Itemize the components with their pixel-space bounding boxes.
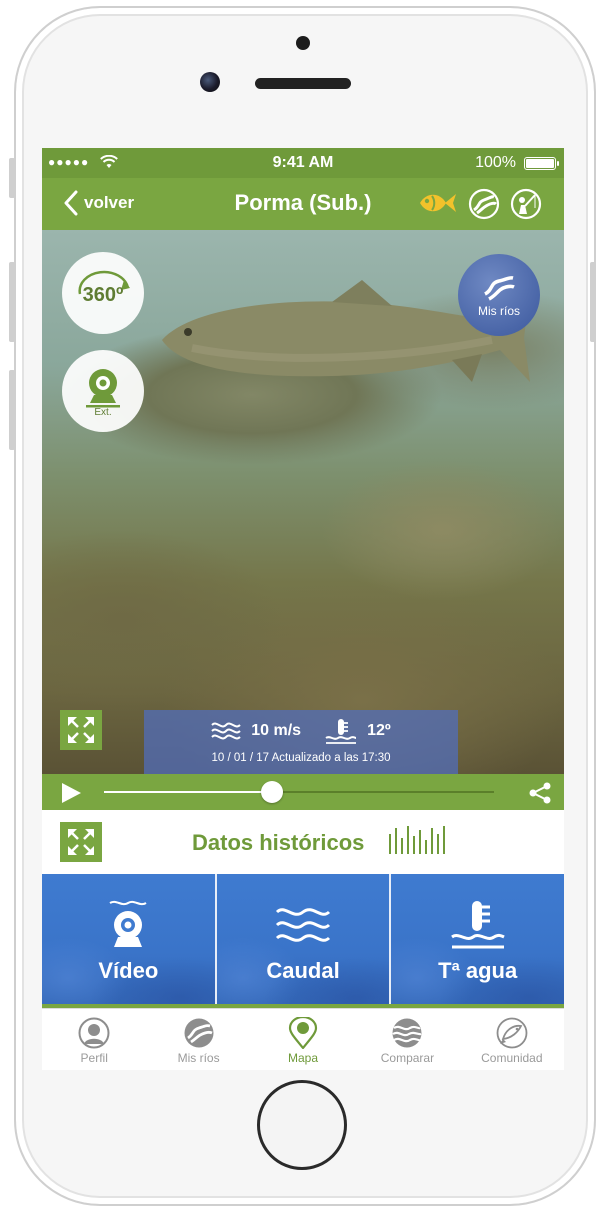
webcam-icon bbox=[86, 368, 120, 407]
water-temperature-icon bbox=[450, 901, 505, 949]
volume-up-button bbox=[9, 262, 15, 342]
earpiece-speaker bbox=[255, 78, 351, 89]
tab-profile[interactable]: Perfil bbox=[42, 1009, 146, 1070]
progress-fill bbox=[104, 791, 272, 793]
view-360-label: 360º bbox=[82, 283, 124, 306]
my-rivers-button[interactable]: Mis ríos bbox=[458, 254, 540, 336]
tab-bar: Perfil Mis ríos Mapa Comparar Comunidad bbox=[42, 1008, 564, 1070]
video-tile-label: Vídeo bbox=[98, 958, 159, 983]
external-camera-button[interactable]: Ext. bbox=[62, 350, 144, 432]
progress-thumb[interactable] bbox=[260, 781, 283, 803]
fullscreen-video-button[interactable] bbox=[60, 710, 102, 750]
home-button[interactable] bbox=[257, 1080, 347, 1170]
volume-down-button bbox=[9, 370, 15, 450]
play-icon[interactable] bbox=[60, 782, 82, 804]
data-tiles: Vídeo Caudal Tª agua bbox=[42, 874, 564, 1004]
water-flow-icon bbox=[211, 722, 241, 740]
tab-profile-label: Perfil bbox=[80, 1051, 108, 1065]
nav-actions bbox=[418, 188, 542, 220]
expand-icon bbox=[68, 717, 94, 743]
view-360-button[interactable]: 360º bbox=[62, 252, 144, 334]
silent-switch bbox=[9, 158, 15, 198]
tab-community[interactable]: Comunidad bbox=[460, 1009, 564, 1070]
bar-chart-icon bbox=[389, 826, 445, 854]
status-bar: ●●●●● 9:41 AM 100% bbox=[42, 148, 564, 178]
map-pin-icon bbox=[288, 1017, 318, 1049]
playback-bar bbox=[42, 774, 564, 810]
compare-icon bbox=[392, 1018, 422, 1048]
tab-compare-label: Comparar bbox=[380, 1051, 435, 1065]
tab-map[interactable]: Mapa bbox=[251, 1009, 355, 1070]
measurement-panel: 10 m/s 12º 10 / 01 / 17 Actualizado a la… bbox=[144, 710, 458, 774]
video-player[interactable]: 360º Ext. Mis ríos 10 m/s 12º 10 / 01 / … bbox=[42, 230, 564, 774]
last-updated: 10 / 01 / 17 Actualizado a las 17:30 bbox=[211, 752, 391, 764]
tab-my-rivers[interactable]: Mis ríos bbox=[146, 1009, 250, 1070]
flow-tile[interactable]: Caudal bbox=[214, 874, 390, 1004]
battery-icon bbox=[524, 157, 559, 170]
historic-expand-button[interactable] bbox=[60, 822, 102, 862]
historic-data-row[interactable]: Datos históricos bbox=[42, 810, 564, 874]
flow-speed-value: 10 m/s bbox=[251, 722, 302, 739]
river-icon bbox=[484, 276, 515, 301]
water-flow-icon bbox=[275, 908, 331, 942]
community-fish-icon bbox=[496, 1017, 528, 1049]
my-rivers-label: Mis ríos bbox=[478, 304, 520, 318]
webcam-icon bbox=[109, 900, 147, 947]
nav-bar: volver Porma (Sub.) bbox=[42, 178, 564, 230]
tab-my-rivers-label: Mis ríos bbox=[177, 1051, 220, 1065]
fish-icon[interactable] bbox=[418, 188, 458, 218]
water-temperature-icon bbox=[325, 719, 357, 744]
tab-map-label: Mapa bbox=[288, 1051, 319, 1065]
flow-tile-label: Caudal bbox=[266, 958, 340, 983]
app-screen: ●●●●● 9:41 AM 100% volver Porma (Sub.) 3… bbox=[42, 148, 564, 1070]
proximity-sensor bbox=[296, 36, 310, 50]
tab-community-label: Comunidad bbox=[481, 1051, 543, 1065]
external-camera-label: Ext. bbox=[94, 406, 112, 418]
river-icon bbox=[184, 1018, 214, 1048]
water-temperature-tile[interactable]: Tª agua bbox=[389, 874, 564, 1004]
share-icon[interactable] bbox=[528, 781, 552, 805]
fisherman-icon[interactable] bbox=[510, 188, 542, 220]
front-camera bbox=[200, 72, 220, 92]
battery-percent: 100% bbox=[475, 154, 516, 171]
video-tile[interactable]: Vídeo bbox=[42, 874, 215, 1004]
river-icon[interactable] bbox=[468, 188, 500, 220]
expand-icon bbox=[68, 829, 94, 855]
historic-data-title: Datos históricos bbox=[192, 830, 365, 855]
profile-icon bbox=[78, 1017, 110, 1049]
water-temperature-value: 12º bbox=[367, 722, 391, 739]
water-temperature-tile-label: Tª agua bbox=[438, 958, 518, 983]
tab-compare[interactable]: Comparar bbox=[355, 1009, 459, 1070]
power-button bbox=[590, 262, 596, 342]
